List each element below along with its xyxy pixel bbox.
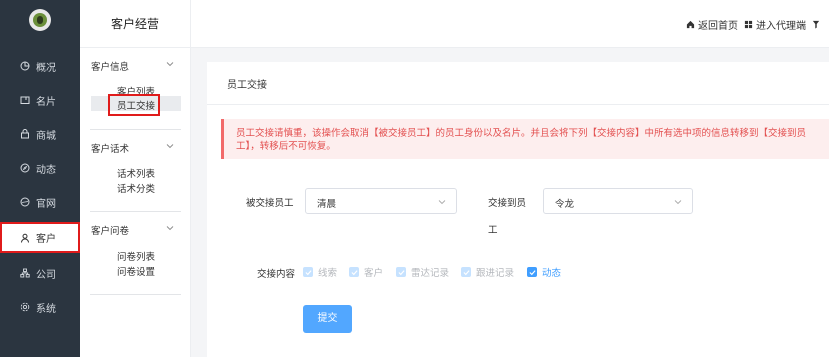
to-label-wrap: 工 xyxy=(488,225,498,236)
checkbox-label: 跟进记录 xyxy=(476,268,515,279)
divider xyxy=(90,211,181,212)
check-icon xyxy=(527,267,537,277)
chevron-down-icon xyxy=(438,200,446,205)
content-label: 交接内容 xyxy=(257,269,296,280)
gear-icon xyxy=(20,302,30,312)
checkbox-label: 客户 xyxy=(364,268,384,279)
content-card: 员工交接 员工交接请慎重，该操作会取消【被交接员工】的员工身份以及名片。并且会将… xyxy=(207,62,829,357)
chevron-down-icon[interactable] xyxy=(166,224,174,232)
globe-icon xyxy=(20,197,30,207)
home-link-label: 返回首页 xyxy=(698,21,738,32)
user-icon xyxy=(20,233,30,243)
checkbox-clue[interactable]: 线索 xyxy=(303,265,337,279)
agent-link-label: 进入代理端 xyxy=(756,21,806,32)
from-employee-select[interactable]: 清晨 xyxy=(305,188,457,214)
nav-item-label: 官网 xyxy=(36,198,56,210)
logo xyxy=(29,9,51,31)
dashboard-icon xyxy=(20,61,30,71)
org-icon xyxy=(20,268,30,278)
nav-item-label: 公司 xyxy=(36,269,56,281)
sub-link-staff-handover[interactable]: 员工交接 xyxy=(117,98,155,112)
sub-link-script-list[interactable]: 话术列表 xyxy=(117,166,155,180)
divider xyxy=(90,294,181,295)
nav-item-website[interactable]: 官网 xyxy=(0,187,80,217)
nav-item-shop[interactable]: 商城 xyxy=(0,119,80,149)
divider xyxy=(90,129,181,130)
group-customer-info[interactable]: 客户信息 xyxy=(91,59,129,73)
submit-button[interactable]: 提交 xyxy=(303,305,352,333)
checkbox-label: 线索 xyxy=(318,268,338,279)
group-customer-script[interactable]: 客户话术 xyxy=(91,141,129,155)
nav-item-label: 商城 xyxy=(36,130,56,142)
to-employee-select[interactable]: 令龙 xyxy=(543,188,693,214)
sub-link-survey-list[interactable]: 问卷列表 xyxy=(117,249,155,263)
nav-item-label: 概况 xyxy=(36,62,56,74)
chevron-down-icon[interactable] xyxy=(166,142,174,150)
filter-icon xyxy=(812,20,820,29)
nav-item-card[interactable]: 名片 xyxy=(0,85,80,115)
chevron-down-icon[interactable] xyxy=(166,60,174,68)
page-title: 员工交接 xyxy=(227,80,267,91)
check-icon xyxy=(349,267,359,277)
group-customer-survey[interactable]: 客户问卷 xyxy=(91,223,129,237)
top-bar: 返回首页 进入代理端 xyxy=(191,0,829,48)
alert-text: 员工交接请慎重，该操作会取消【被交接员工】的员工身份以及名片。并且会将下列【交接… xyxy=(236,128,807,152)
checkbox-feed[interactable]: 动态 xyxy=(527,265,561,279)
check-icon xyxy=(303,267,313,277)
subnav-title: 客户经营 xyxy=(80,0,190,48)
nav-item-feed[interactable]: 动态 xyxy=(0,153,80,183)
home-link[interactable]: 返回首页 xyxy=(686,17,738,32)
checkbox-label: 雷达记录 xyxy=(411,268,450,279)
grid-icon xyxy=(744,20,753,29)
card-icon xyxy=(20,95,30,105)
to-employee-value: 令龙 xyxy=(555,199,575,210)
shop-icon xyxy=(20,129,30,139)
to-label: 交接到员 xyxy=(488,198,527,209)
sub-nav: 客户经营 客户信息 客户列表 员工交接 客户话术 话术列表 话术分类 客户问卷 … xyxy=(80,0,191,357)
checkbox-label: 动态 xyxy=(542,268,562,279)
checkbox-radar-records[interactable]: 雷达记录 xyxy=(396,265,449,279)
nav-item-overview[interactable]: 概况 xyxy=(0,51,80,81)
from-employee-value: 清晨 xyxy=(317,199,337,210)
check-icon xyxy=(396,267,406,277)
checkbox-followup-records[interactable]: 跟进记录 xyxy=(461,265,514,279)
nav-item-label: 系统 xyxy=(36,303,56,315)
sub-link-survey-settings[interactable]: 问卷设置 xyxy=(117,264,155,278)
compass-icon xyxy=(20,163,30,173)
divider xyxy=(207,104,829,105)
nav-item-company[interactable]: 公司 xyxy=(0,258,80,288)
filter-link[interactable] xyxy=(812,20,823,29)
nav-item-label: 名片 xyxy=(36,96,56,108)
chevron-down-icon xyxy=(674,200,682,205)
nav-item-system[interactable]: 系统 xyxy=(0,292,80,322)
agent-link[interactable]: 进入代理端 xyxy=(744,17,806,32)
sub-link-script-category[interactable]: 话术分类 xyxy=(117,181,155,195)
main-nav: 概况 名片 商城 动态 官网 客户 公司 系统 xyxy=(0,0,80,357)
nav-item-label: 客户 xyxy=(36,234,56,245)
nav-item-label: 动态 xyxy=(36,164,56,176)
home-icon xyxy=(686,20,695,29)
top-links: 返回首页 进入代理端 xyxy=(680,17,823,32)
warning-alert: 员工交接请慎重，该操作会取消【被交接员工】的员工身份以及名片。并且会将下列【交接… xyxy=(221,119,829,159)
from-label: 被交接员工 xyxy=(246,198,294,209)
nav-item-customer[interactable]: 客户 xyxy=(0,222,80,253)
check-icon xyxy=(461,267,471,277)
checkbox-customer[interactable]: 客户 xyxy=(349,265,383,279)
